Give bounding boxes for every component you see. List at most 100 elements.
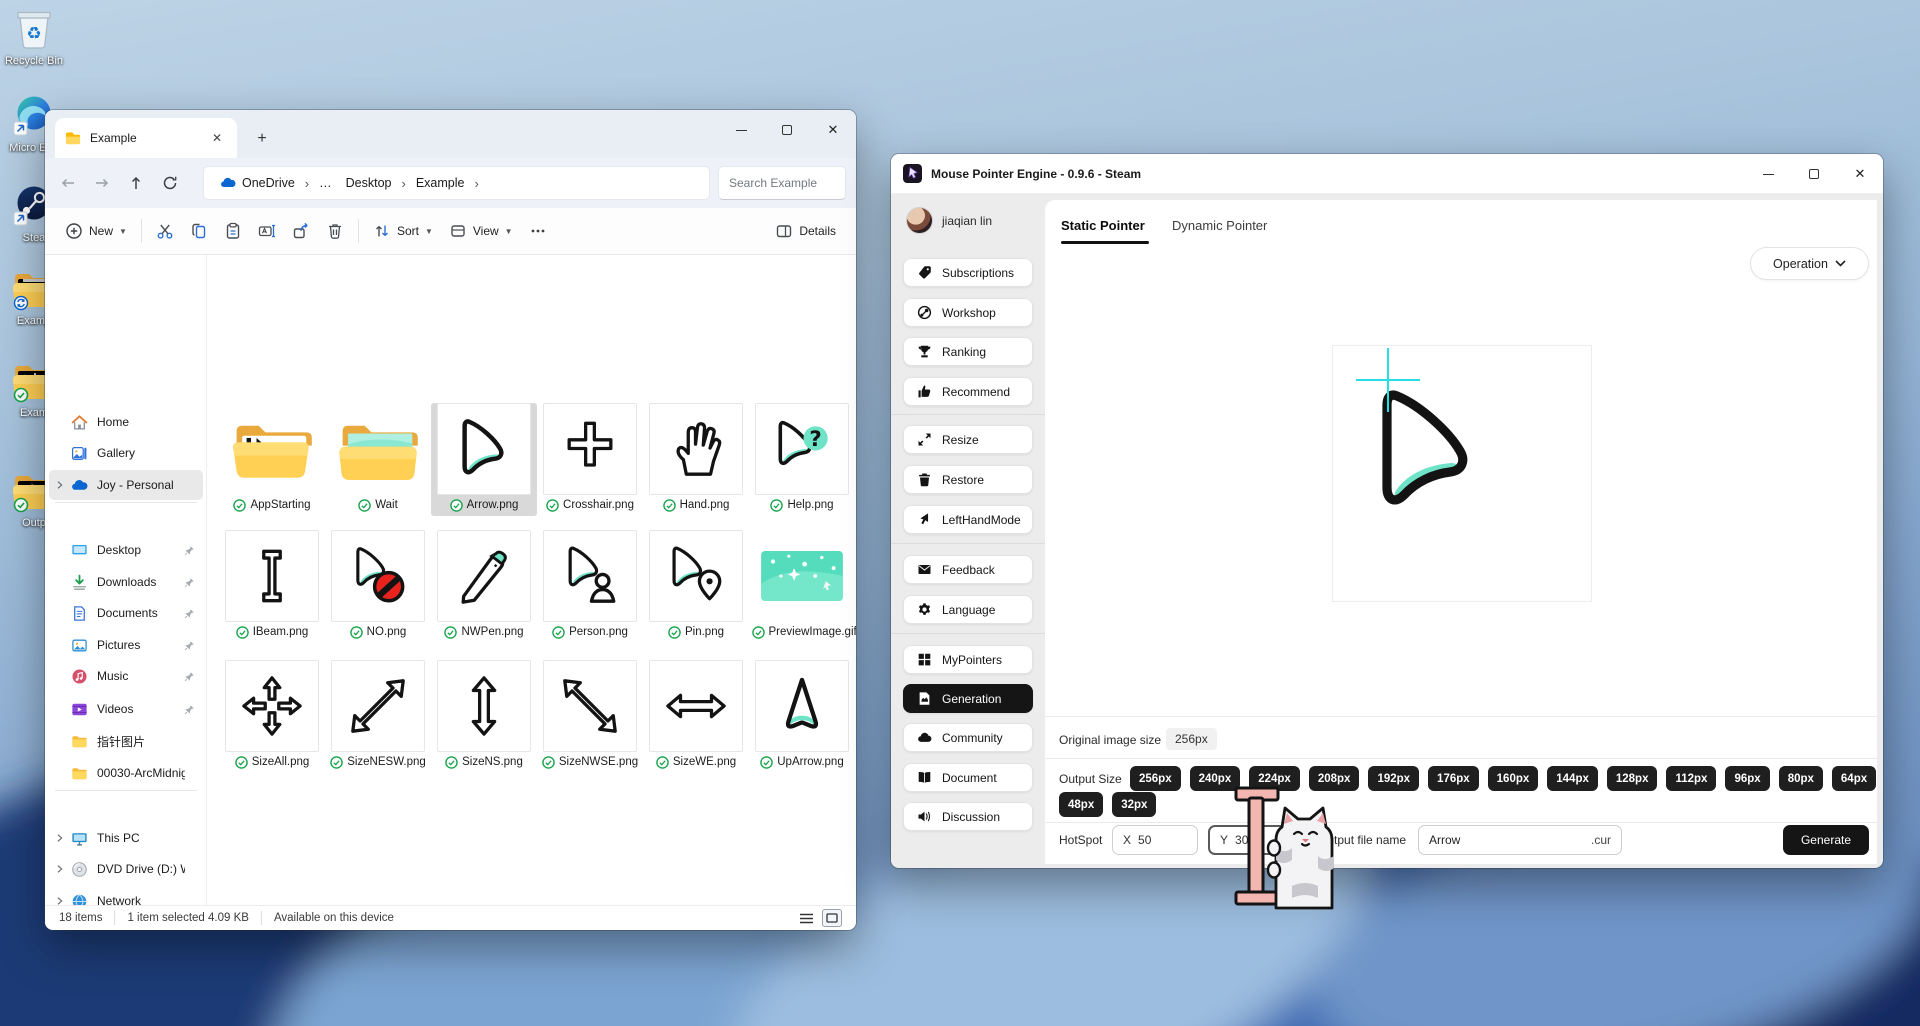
sidebar-item-desktop[interactable]: Desktop — [49, 535, 203, 565]
steam-sidebar-generation-button[interactable]: Generation — [903, 684, 1033, 713]
steam-sidebar-restore-button[interactable]: Restore — [903, 465, 1033, 494]
steam-maximize-button[interactable] — [1791, 154, 1837, 194]
output-size-256px-button[interactable]: 256px — [1130, 766, 1181, 791]
copy-button[interactable] — [182, 215, 216, 247]
close-button[interactable]: ✕ — [810, 110, 856, 150]
file-tile-appstarting[interactable]: AppStarting — [219, 403, 325, 512]
sort-button[interactable]: Sort▼ — [365, 215, 441, 247]
steam-sidebar-lefthandmode-button[interactable]: LeftHandMode — [903, 505, 1033, 534]
generate-button[interactable]: Generate — [1783, 825, 1869, 855]
sidebar-item-home[interactable]: Home — [49, 407, 203, 437]
hotspot-x-input[interactable]: X50 — [1112, 825, 1198, 855]
file-tile-previewimage-gif[interactable]: PreviewImage.gif — [749, 530, 855, 639]
output-size-240px-button[interactable]: 240px — [1190, 766, 1241, 791]
sidebar-item-pictures[interactable]: Pictures — [49, 630, 203, 660]
chevron-right-icon[interactable] — [49, 864, 71, 874]
sidebar-item-joy-personal[interactable]: Joy - Personal — [49, 470, 203, 500]
new-tab-button[interactable]: + — [249, 126, 275, 152]
steam-sidebar-mypointers-button[interactable]: MyPointers — [903, 645, 1033, 674]
sidebar-item-00030-arcmidnight[interactable]: 00030-ArcMidnight — [49, 758, 203, 788]
file-tile-nwpen-png[interactable]: NWPen.png — [431, 530, 537, 639]
steam-sidebar-workshop-button[interactable]: Workshop — [903, 298, 1033, 327]
file-tile-uparrow-png[interactable]: UpArrow.png — [749, 660, 855, 769]
file-tile-pin-png[interactable]: Pin.png — [643, 530, 749, 639]
operation-dropdown[interactable]: Operation — [1750, 247, 1869, 280]
breadcrumb-segment[interactable]: Desktop — [340, 173, 398, 193]
explorer-tab-example[interactable]: Example ✕ — [55, 118, 237, 158]
file-tile-wait[interactable]: Wait — [325, 403, 431, 512]
output-size-48px-button[interactable]: 48px — [1059, 792, 1103, 817]
sidebar-item-gallery[interactable]: Gallery — [49, 438, 203, 468]
output-file-name-input[interactable]: Arrow .cur — [1418, 825, 1622, 855]
file-tile-no-png[interactable]: NO.png — [325, 530, 431, 639]
list-view-toggle[interactable] — [796, 909, 816, 927]
sidebar-item-documents[interactable]: Documents — [49, 598, 203, 628]
share-button[interactable] — [284, 215, 318, 247]
desktop-icon-recycle-bin[interactable]: ♻Recycle Bin — [0, 6, 76, 68]
steam-sidebar-subscriptions-button[interactable]: Subscriptions — [903, 258, 1033, 287]
output-size-96px-button[interactable]: 96px — [1725, 766, 1769, 791]
chevron-right-icon[interactable] — [49, 480, 71, 490]
output-size-32px-button[interactable]: 32px — [1112, 792, 1156, 817]
maximize-button[interactable] — [764, 110, 810, 150]
steam-sidebar-community-button[interactable]: Community — [903, 723, 1033, 752]
file-tile-hand-png[interactable]: Hand.png — [643, 403, 749, 512]
chevron-right-icon[interactable] — [49, 833, 71, 843]
steam-sidebar-language-button[interactable]: Language — [903, 595, 1033, 624]
output-size-192px-button[interactable]: 192px — [1368, 766, 1419, 791]
file-tile-crosshair-png[interactable]: Crosshair.png — [537, 403, 643, 512]
paste-button[interactable] — [216, 215, 250, 247]
steam-sidebar-ranking-button[interactable]: Ranking — [903, 337, 1033, 366]
sidebar-item-videos[interactable]: Videos — [49, 694, 203, 724]
file-tile-arrow-png[interactable]: Arrow.png — [431, 403, 537, 516]
sidebar-item-dvd-drive-d-win[interactable]: DVD Drive (D:) Win — [49, 854, 203, 884]
steam-sidebar-document-button[interactable]: Document — [903, 763, 1033, 792]
minimize-button[interactable] — [718, 110, 764, 150]
output-size-160px-button[interactable]: 160px — [1488, 766, 1539, 791]
tab-dynamic-pointer[interactable]: Dynamic Pointer — [1172, 210, 1267, 240]
output-size-176px-button[interactable]: 176px — [1428, 766, 1479, 791]
output-size-80px-button[interactable]: 80px — [1779, 766, 1823, 791]
refresh-button[interactable] — [153, 166, 187, 200]
search-input[interactable] — [718, 166, 846, 200]
thumbnail-view-toggle[interactable] — [822, 909, 842, 927]
sidebar-item-music[interactable]: Music — [49, 661, 203, 691]
file-tile-sizens-png[interactable]: SizeNS.png — [431, 660, 537, 769]
tab-static-pointer[interactable]: Static Pointer — [1061, 210, 1145, 240]
cut-button[interactable] — [148, 215, 182, 247]
breadcrumb-segment[interactable]: Example — [410, 173, 471, 193]
file-tile-sizenwse-png[interactable]: SizeNWSE.png — [537, 660, 643, 769]
file-tile-person-png[interactable]: Person.png — [537, 530, 643, 639]
sidebar-item-this-pc[interactable]: This PC — [49, 823, 203, 853]
sidebar-item--[interactable]: 指针图片 — [49, 726, 203, 756]
output-size-144px-button[interactable]: 144px — [1547, 766, 1598, 791]
up-button[interactable] — [119, 166, 153, 200]
view-button[interactable]: View▼ — [441, 215, 521, 247]
steam-sidebar-feedback-button[interactable]: Feedback — [903, 555, 1033, 584]
rename-button[interactable] — [250, 215, 284, 247]
file-tile-sizewe-png[interactable]: SizeWE.png — [643, 660, 749, 769]
details-button[interactable]: Details — [767, 215, 844, 247]
steam-minimize-button[interactable] — [1745, 154, 1791, 194]
delete-button[interactable] — [318, 215, 352, 247]
file-tile-ibeam-png[interactable]: IBeam.png — [219, 530, 325, 639]
sidebar-item-downloads[interactable]: Downloads — [49, 567, 203, 597]
output-size-112px-button[interactable]: 112px — [1666, 766, 1716, 791]
back-button[interactable] — [51, 166, 85, 200]
breadcrumb-segment[interactable]: … — [313, 173, 338, 193]
more-options-button[interactable] — [521, 215, 555, 247]
steam-sidebar-discussion-button[interactable]: Discussion — [903, 802, 1033, 831]
forward-button[interactable] — [85, 166, 119, 200]
breadcrumb-segment[interactable]: OneDrive — [214, 172, 301, 194]
file-tile-sizenesw-png[interactable]: SizeNESW.png — [325, 660, 431, 769]
file-tile-sizeall-png[interactable]: SizeAll.png — [219, 660, 325, 769]
new-button[interactable]: New▼ — [57, 215, 135, 247]
output-size-128px-button[interactable]: 128px — [1607, 766, 1658, 791]
steam-sidebar-recommend-button[interactable]: Recommend — [903, 377, 1033, 406]
file-tile-help-png[interactable]: ?Help.png — [749, 403, 855, 512]
tab-close-icon[interactable]: ✕ — [207, 128, 227, 148]
steam-close-button[interactable]: ✕ — [1837, 154, 1883, 194]
steam-sidebar-resize-button[interactable]: Resize — [903, 425, 1033, 454]
output-size-64px-button[interactable]: 64px — [1832, 766, 1876, 791]
user-account[interactable]: jiaqian lin — [906, 207, 992, 234]
